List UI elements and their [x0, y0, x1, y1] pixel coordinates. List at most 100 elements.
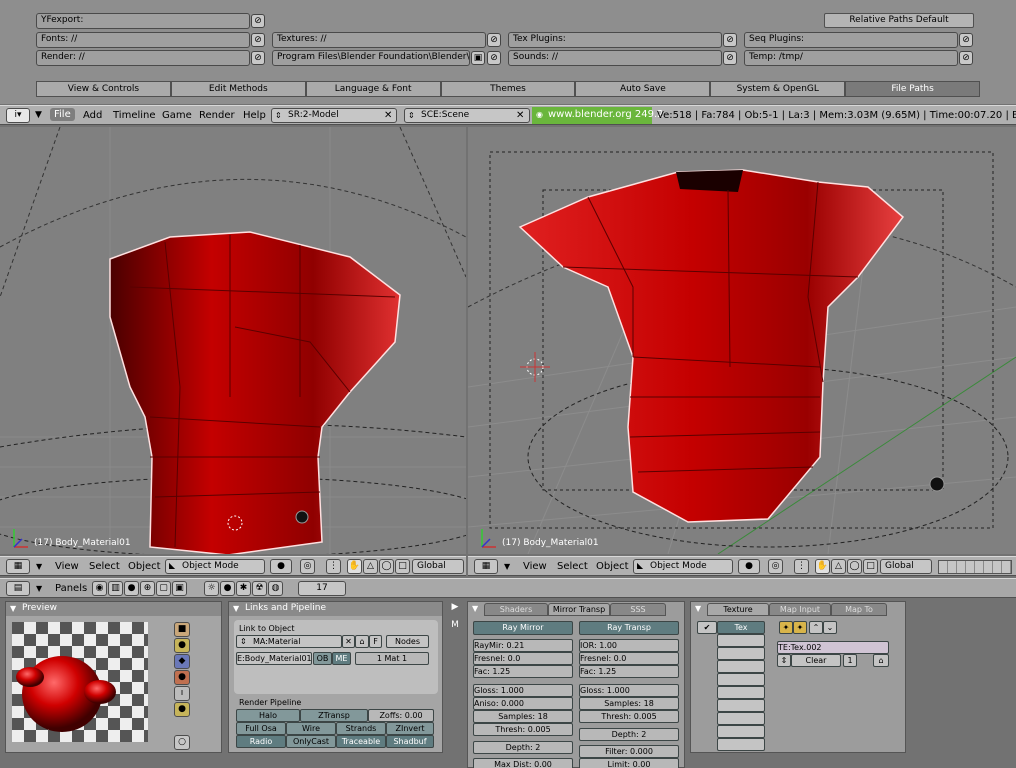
ztransp-button[interactable]: ZTransp [300, 709, 368, 722]
transp-samples-field[interactable]: Samples: 18 [579, 697, 679, 710]
file-browse-icon[interactable]: ▣ [471, 51, 485, 65]
panel-m-icon[interactable]: M [448, 620, 462, 634]
close-icon[interactable]: ✕ [516, 110, 524, 121]
mode-selector[interactable]: Object Mode [633, 559, 733, 574]
texture-slot-5[interactable] [717, 673, 765, 686]
filter-field[interactable]: Filter: 0.000 [579, 745, 679, 758]
viewport-left-canvas[interactable] [0, 127, 466, 554]
world-icon[interactable]: ◍ [268, 581, 283, 596]
collapse-triangle-icon[interactable]: ▼ [472, 604, 478, 613]
menu-select[interactable]: Select [89, 561, 120, 572]
collapse-triangle-icon[interactable]: ▼ [233, 604, 239, 613]
ior-slider[interactable]: IOR: 1.00 [579, 639, 679, 652]
fonts-path-field[interactable]: Fonts: // [36, 32, 250, 48]
tab-language-font[interactable]: Language & Font [305, 81, 441, 97]
paste-texture-icon[interactable]: ✦ [793, 621, 807, 634]
screen-selector[interactable]: SR:2-Model [271, 108, 397, 123]
texture-checkbox-icon[interactable]: ✔ [697, 621, 717, 634]
collapse-menu-icon[interactable]: ▼ [36, 584, 42, 593]
yfexport-path-field[interactable]: YFexport: [36, 13, 250, 29]
pivot-icon[interactable]: ◎ [768, 559, 783, 574]
ray-transp-button[interactable]: Ray Transp [579, 621, 679, 635]
tab-file-paths[interactable]: File Paths [845, 81, 981, 97]
collapse-menu-icon[interactable]: ▼ [36, 562, 42, 571]
preview-sphere-icon[interactable]: ● [174, 638, 190, 653]
texture-slot-8[interactable] [717, 712, 765, 725]
preview-cube-icon[interactable]: ◆ [174, 654, 190, 669]
texture-slot-6[interactable] [717, 686, 765, 699]
layer-buttons[interactable] [938, 560, 1012, 574]
folder-icon[interactable]: ⊘ [251, 14, 265, 28]
rotate-icon[interactable]: ◯ [847, 559, 862, 574]
material-icon[interactable]: ● [220, 581, 235, 596]
folder-icon[interactable]: ⊘ [723, 33, 737, 47]
wire-button[interactable]: Wire [286, 722, 336, 735]
editor-type-icon[interactable]: ▦ [474, 559, 498, 574]
panels-menu[interactable]: Panels [55, 583, 87, 594]
logic-context-icon[interactable]: ◉ [92, 581, 107, 596]
nodes-button[interactable]: Nodes [386, 635, 429, 648]
transp-fac-slider[interactable]: Fac: 1.25 [579, 665, 679, 678]
material-name-field[interactable]: MA:Material [236, 635, 342, 648]
shading-icon[interactable]: ● [270, 559, 292, 574]
tab-edit-methods[interactable]: Edit Methods [170, 81, 306, 97]
relative-paths-default-button[interactable]: Relative Paths Default [824, 13, 974, 28]
viewport-right-canvas[interactable] [468, 127, 1016, 554]
clear-button[interactable]: Clear [791, 654, 841, 667]
gloss-slider[interactable]: Gloss: 1.000 [473, 684, 573, 697]
me-button[interactable]: ME [332, 652, 351, 665]
limit-field[interactable]: Limit: 0.00 [579, 758, 679, 768]
fake-user-icon[interactable]: ⌂ [355, 635, 369, 648]
3d-viewport-left[interactable]: (17) Body_Material01 [0, 127, 466, 554]
menu-object[interactable]: Object [128, 561, 161, 572]
texture-slot-9[interactable] [717, 725, 765, 738]
preview-hair-icon[interactable]: ı [174, 686, 190, 701]
material-browse-icon[interactable]: ⇕ [240, 637, 247, 646]
preview-flat-icon[interactable]: ■ [174, 622, 190, 637]
scene-selector[interactable]: SCE:Scene [404, 108, 530, 123]
tab-shaders[interactable]: Shaders [484, 603, 548, 616]
script-context-icon[interactable]: ▥ [108, 581, 123, 596]
textures-path-field[interactable]: Textures: // [272, 32, 486, 48]
fresnel-slider[interactable]: Fresnel: 0.0 [473, 652, 573, 665]
mode-selector[interactable]: Object Mode [165, 559, 265, 574]
translate-icon[interactable]: △ [363, 559, 378, 574]
radio-button[interactable]: Radio [236, 735, 286, 748]
preview-monkey-icon[interactable]: ● [174, 670, 190, 685]
strands-button[interactable]: Strands [336, 722, 386, 735]
shading-context-icon[interactable]: ● [124, 581, 139, 596]
texture-slot-3[interactable] [717, 647, 765, 660]
folder-icon[interactable]: ⊘ [723, 51, 737, 65]
transp-depth-field[interactable]: Depth: 2 [579, 728, 679, 741]
sounds-path-field[interactable]: Sounds: // [508, 50, 722, 66]
collapse-menu-icon[interactable]: ▼ [35, 110, 42, 120]
rotate-icon[interactable]: ◯ [379, 559, 394, 574]
editing-context-icon[interactable]: ▢ [156, 581, 171, 596]
tab-map-input[interactable]: Map Input [769, 603, 831, 616]
hand-icon[interactable]: ✋ [347, 559, 362, 574]
python-path-field[interactable]: Program Files\Blender Foundation\Blender… [272, 50, 470, 66]
tab-system-opengl[interactable]: System & OpenGL [710, 81, 846, 97]
orientation-selector[interactable]: Global [412, 559, 464, 574]
folder-icon[interactable]: ⊘ [487, 33, 501, 47]
fake-user-icon[interactable]: ⌂ [873, 654, 889, 667]
full-osa-button[interactable]: Full Osa [236, 722, 286, 735]
seq-plugins-path-field[interactable]: Seq Plugins: [744, 32, 958, 48]
tab-view-controls[interactable]: View & Controls [36, 81, 171, 97]
texture-slot-4[interactable] [717, 660, 765, 673]
editor-type-icon[interactable]: ▦ [6, 559, 30, 574]
thresh-field[interactable]: Thresh: 0.005 [473, 723, 573, 736]
move-down-icon[interactable]: ⌄ [823, 621, 837, 634]
collapse-triangle-icon[interactable]: ▼ [10, 604, 16, 613]
frame-counter[interactable]: 17 [298, 581, 346, 596]
transp-gloss-slider[interactable]: Gloss: 1.000 [579, 684, 679, 697]
menu-view[interactable]: View [55, 561, 79, 572]
orientation-selector[interactable]: Global [880, 559, 932, 574]
shadbuf-button[interactable]: Shadbuf [386, 735, 434, 748]
ob-button[interactable]: OB [313, 652, 332, 665]
lamp-icon[interactable]: ☼ [204, 581, 219, 596]
onlycast-button[interactable]: OnlyCast [286, 735, 336, 748]
halo-button[interactable]: Halo [236, 709, 300, 722]
temp-path-field[interactable]: Temp: /tmp/ [744, 50, 958, 66]
transp-fresnel-slider[interactable]: Fresnel: 0.0 [579, 652, 679, 665]
